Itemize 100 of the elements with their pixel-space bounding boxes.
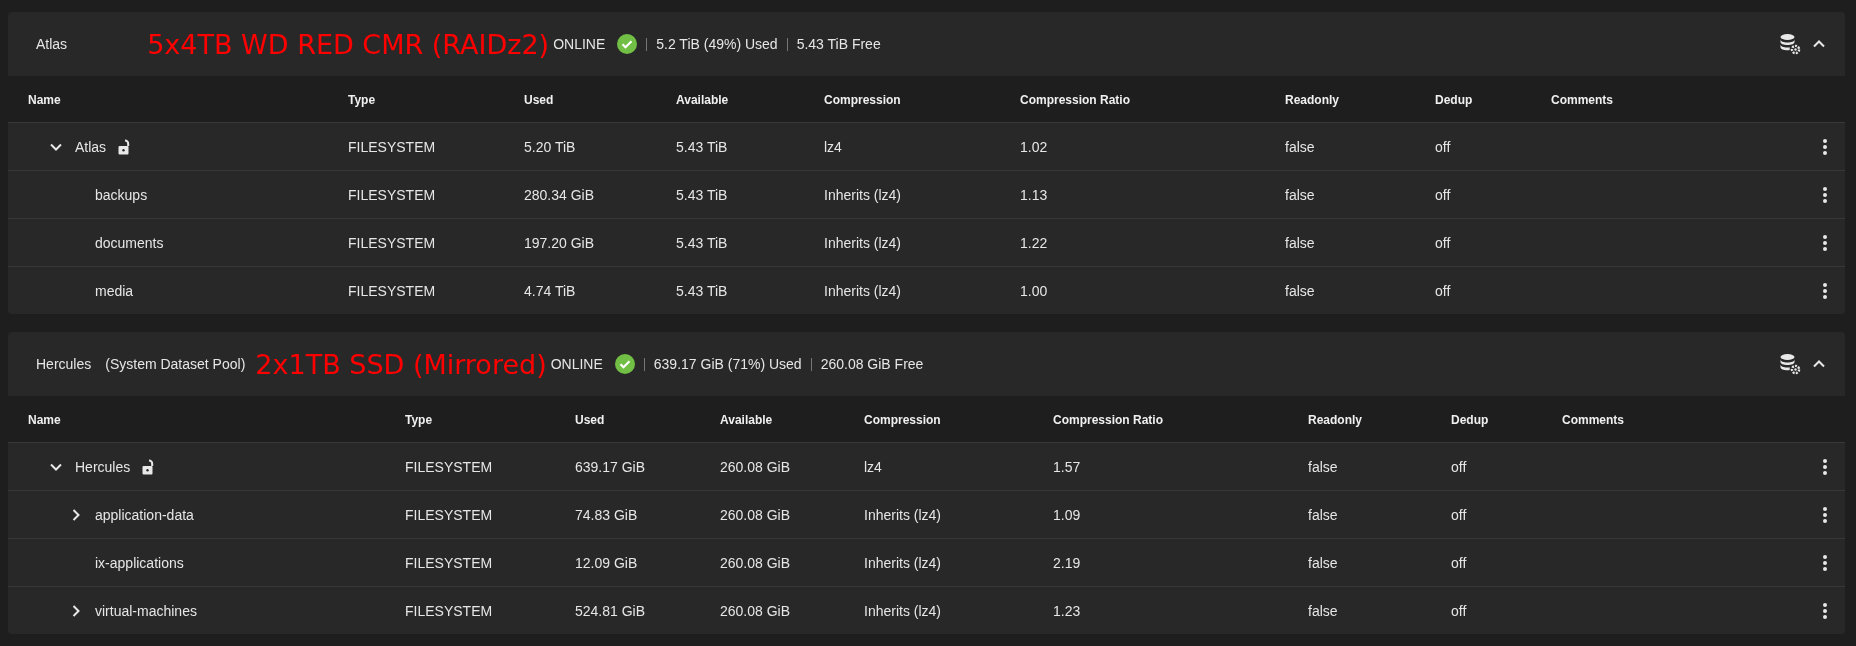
column-header: Readonly [1285, 93, 1339, 107]
column-header: Type [348, 93, 376, 107]
table-cell: 260.08 GiB [720, 554, 791, 571]
dataset-name: virtual-machines [95, 602, 197, 619]
database-settings-icon[interactable] [1779, 353, 1801, 375]
column-header: Dedup [1451, 413, 1489, 427]
table-cell: false [1308, 554, 1338, 571]
table-cell: 5.43 TiB [676, 186, 728, 203]
column-header: Name [28, 413, 61, 427]
column-header: Type [405, 413, 433, 427]
dataset-name: Hercules [75, 458, 131, 475]
table-cell: 1.00 [1020, 282, 1048, 299]
more-options-icon[interactable] [1823, 554, 1827, 571]
table-cell: 74.83 GiB [575, 506, 638, 523]
column-header: Used [524, 93, 554, 107]
table-cell: 639.17 GiB [575, 458, 646, 475]
pool-subtitle: (System Dataset Pool) [105, 356, 246, 372]
table-cell: 4.74 TiB [524, 282, 576, 299]
table-cell: lz4 [864, 458, 882, 475]
more-options-icon[interactable] [1823, 234, 1827, 251]
table-cell: false [1308, 506, 1338, 523]
column-header: Dedup [1435, 93, 1473, 107]
table-cell: off [1451, 554, 1467, 571]
table-cell: FILESYSTEM [405, 506, 493, 523]
column-header: Comments [1551, 93, 1613, 107]
table-cell: 5.43 TiB [676, 234, 728, 251]
annotation-text: 2x1TB SSD (Mirrored) [255, 348, 547, 380]
table-cell: 280.34 GiB [524, 186, 595, 203]
table-cell: 1.23 [1053, 602, 1081, 619]
dataset-name: media [95, 282, 134, 299]
table-cell: FILESYSTEM [348, 282, 436, 299]
pool-status: ONLINE [553, 36, 606, 52]
table-cell: false [1285, 282, 1315, 299]
used-space: 639.17 GiB (71%) Used [653, 356, 802, 372]
table-cell: off [1451, 506, 1467, 523]
table-cell: Inherits (lz4) [824, 282, 902, 299]
table-cell: off [1435, 234, 1451, 251]
dataset-name: documents [95, 234, 164, 251]
free-space: 5.43 TiB Free [796, 36, 881, 52]
table-cell: false [1308, 458, 1338, 475]
chevron-up-icon[interactable] [1813, 40, 1825, 48]
more-options-icon[interactable] [1823, 186, 1827, 203]
column-header: Compression [824, 93, 901, 107]
table-cell: FILESYSTEM [405, 602, 493, 619]
more-options-icon[interactable] [1823, 458, 1827, 475]
table-cell: 260.08 GiB [720, 458, 791, 475]
table-cell: false [1285, 234, 1315, 251]
table-cell: 1.22 [1020, 234, 1048, 251]
column-header: Readonly [1308, 413, 1362, 427]
table-cell: false [1308, 602, 1338, 619]
table-cell: 1.02 [1020, 138, 1048, 155]
table-cell: false [1285, 186, 1315, 203]
column-header: Available [720, 413, 773, 427]
table-cell: 5.43 TiB [676, 138, 728, 155]
more-options-icon[interactable] [1823, 506, 1827, 523]
more-options-icon[interactable] [1823, 602, 1827, 619]
chevron-up-icon[interactable] [1813, 360, 1825, 368]
table-cell: off [1435, 282, 1451, 299]
dataset-name: ix-applications [95, 554, 184, 571]
column-header: Comments [1562, 413, 1624, 427]
column-header: Used [575, 413, 605, 427]
table-cell: Inherits (lz4) [864, 506, 942, 523]
database-settings-icon[interactable] [1779, 33, 1801, 55]
table-cell: Inherits (lz4) [824, 186, 902, 203]
column-header: Compression Ratio [1053, 413, 1163, 427]
table-cell: 1.09 [1053, 506, 1081, 523]
table-cell: FILESYSTEM [348, 186, 436, 203]
table-cell: 2.19 [1053, 554, 1081, 571]
table-cell: off [1451, 458, 1467, 475]
table-cell: 260.08 GiB [720, 506, 791, 523]
table-cell: off [1435, 186, 1451, 203]
table-cell: 524.81 GiB [575, 602, 646, 619]
more-options-icon[interactable] [1823, 282, 1827, 299]
table-cell: 1.57 [1053, 458, 1081, 475]
table-cell: FILESYSTEM [348, 234, 436, 251]
table-cell: lz4 [824, 138, 842, 155]
table-cell: 197.20 GiB [524, 234, 595, 251]
chevron-right-icon[interactable] [72, 604, 80, 617]
table-cell: 1.13 [1020, 186, 1048, 203]
table-cell: 12.09 GiB [575, 554, 638, 571]
table-cell: 5.43 TiB [676, 282, 728, 299]
chevron-down-icon[interactable] [50, 462, 62, 471]
dataset-name: application-data [95, 506, 194, 523]
table-cell: 5.20 TiB [524, 138, 576, 155]
more-options-icon[interactable] [1823, 138, 1827, 155]
dataset-name: backups [95, 186, 148, 203]
chevron-right-icon[interactable] [72, 508, 80, 521]
column-header: Compression Ratio [1020, 93, 1130, 107]
pool-name: Atlas [36, 36, 68, 52]
column-header: Available [676, 93, 729, 107]
chevron-down-icon[interactable] [50, 142, 62, 151]
annotation-text: 5x4TB WD RED CMR (RAIDz2) [147, 28, 550, 60]
table-cell: Inherits (lz4) [824, 234, 902, 251]
table-cell: off [1435, 138, 1451, 155]
table-cell: 260.08 GiB [720, 602, 791, 619]
table-cell: false [1285, 138, 1315, 155]
pool-status: ONLINE [550, 356, 603, 372]
table-cell: Inherits (lz4) [864, 554, 942, 571]
used-space: 5.2 TiB (49%) Used [656, 36, 778, 52]
table-cell: FILESYSTEM [405, 458, 493, 475]
